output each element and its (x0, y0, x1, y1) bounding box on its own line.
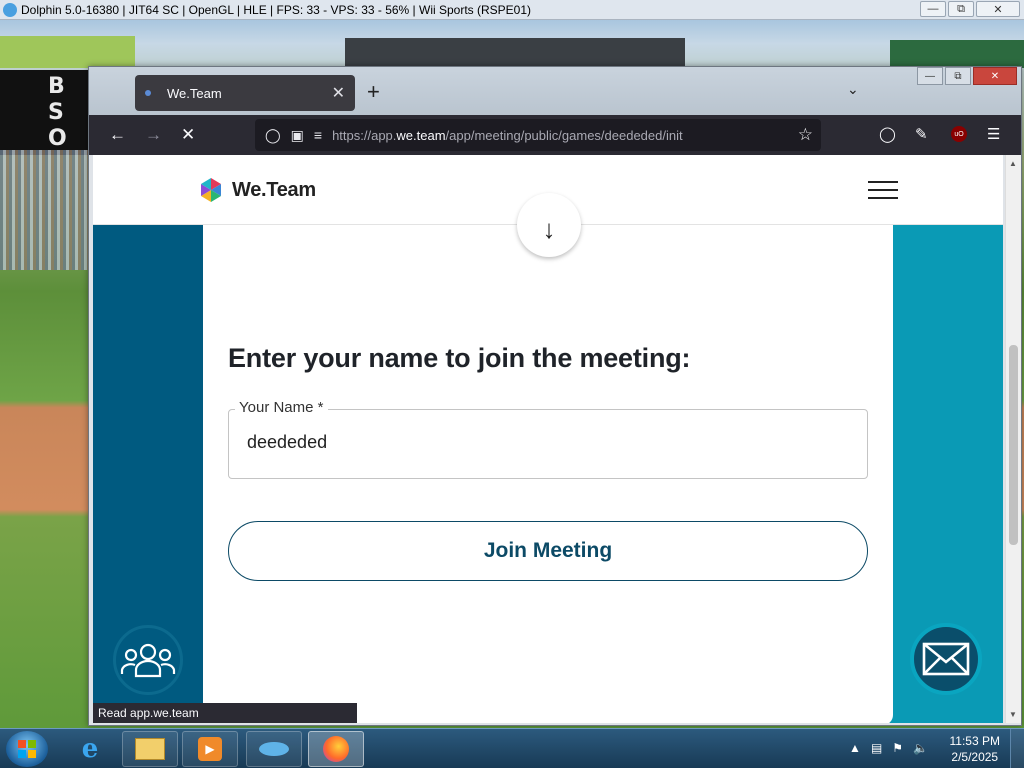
scoreboard: B S O (0, 70, 90, 155)
tab-close-icon[interactable]: ✕ (332, 83, 345, 103)
status-bar: Read app.we.team (93, 703, 357, 723)
mail-icon (922, 642, 970, 676)
scrollbar-thumb[interactable] (1009, 345, 1018, 545)
tab-title: We.Team (167, 85, 222, 101)
clock-date: 2/5/2025 (951, 750, 999, 764)
extensions-icon[interactable]: ✎ (915, 125, 928, 143)
clock-time: 11:53 PM (949, 734, 1000, 748)
message-button[interactable] (910, 623, 982, 695)
crowd-stand (0, 150, 90, 270)
restore-button[interactable]: ⧉ (948, 1, 974, 17)
page-content: We.Team ↓ Enter your name to join the me… (93, 155, 1003, 723)
permissions-icon[interactable]: ≡ (314, 127, 322, 143)
url-text[interactable]: https://app.we.team/app/meeting/public/g… (332, 128, 683, 143)
ff-restore-button[interactable]: ⧉ (945, 67, 971, 85)
dolphin-icon (3, 2, 17, 17)
shield-icon[interactable]: ◯ (265, 127, 281, 144)
scroll-up-icon[interactable]: ▲ (1009, 159, 1017, 168)
name-field[interactable]: Your Name * (228, 399, 868, 479)
file-explorer-icon[interactable] (122, 731, 178, 767)
scroll-down-arrow-icon[interactable]: ↓ (517, 193, 581, 257)
firefox-taskbar-icon[interactable] (308, 731, 364, 767)
page-scrollbar[interactable]: ▲ ▼ (1005, 155, 1021, 723)
start-button[interactable] (6, 731, 48, 767)
windows-logo-icon (18, 740, 36, 758)
volume-icon[interactable]: 🔈 (913, 741, 928, 755)
scoreboard-out: O (48, 126, 67, 151)
join-meeting-button[interactable]: Join Meeting (228, 521, 868, 581)
loading-dot-icon (145, 90, 151, 96)
ff-close-button[interactable]: ✕ (973, 67, 1017, 85)
tab-weteam[interactable]: We.Team ✕ (135, 75, 355, 111)
join-heading: Enter your name to join the meeting: (228, 343, 691, 373)
join-card: ↓ Enter your name to join the meeting: Y… (203, 193, 893, 723)
close-button[interactable]: ✕ (976, 1, 1020, 17)
nav-bar: ← → ✕ ◯ ▣ ≡ https://app.we.team/app/meet… (89, 115, 1021, 155)
people-icon (120, 643, 176, 678)
weteam-logo[interactable]: We.Team (198, 177, 316, 203)
ublock-icon[interactable]: uO (951, 126, 967, 142)
name-input[interactable] (247, 432, 847, 453)
weteam-logo-icon (201, 178, 221, 202)
pocket-icon[interactable]: ◯ (879, 125, 896, 143)
back-icon[interactable]: ← (109, 125, 126, 145)
firefox-window: We.Team ✕ + ⌄ — ⧉ ✕ ← → ✕ ◯ ▣ ≡ https://… (88, 66, 1022, 726)
new-tab-button[interactable]: + (367, 79, 380, 105)
stop-icon[interactable]: ✕ (181, 125, 195, 145)
dolphin-taskbar-icon[interactable] (246, 731, 302, 767)
scoreboard-ball: B (48, 74, 65, 99)
dolphin-titlebar[interactable]: Dolphin 5.0-16380 | JIT64 SC | OpenGL | … (0, 0, 1024, 20)
action-center-flag-icon[interactable]: ⚑ (892, 741, 903, 755)
system-tray: ▲ ▤ ⚑ 🔈 (849, 741, 928, 755)
team-button[interactable] (113, 625, 183, 695)
internet-explorer-icon[interactable]: e (62, 731, 118, 767)
bookmark-star-icon[interactable]: ☆ (798, 125, 813, 145)
tab-bar: We.Team ✕ + ⌄ — ⧉ ✕ (89, 67, 1021, 115)
taskbar: e ▶ ▲ ▤ ⚑ 🔈 11:53 PM 2/5/2025 (0, 728, 1024, 768)
scroll-down-icon[interactable]: ▼ (1009, 710, 1017, 719)
lock-icon[interactable]: ▣ (291, 127, 304, 144)
ff-minimize-button[interactable]: — (917, 67, 943, 85)
brand-name: We.Team (232, 178, 316, 201)
name-field-label: Your Name * (235, 399, 328, 416)
stadium-roof (345, 38, 685, 68)
dolphin-title: Dolphin 5.0-16380 | JIT64 SC | OpenGL | … (21, 2, 532, 17)
clock[interactable]: 11:53 PM 2/5/2025 (950, 733, 1000, 765)
show-desktop-button[interactable] (1010, 729, 1024, 768)
tray-expand-icon[interactable]: ▲ (849, 741, 861, 755)
menu-icon[interactable]: ☰ (987, 125, 1000, 143)
network-icon[interactable]: ▤ (871, 741, 882, 755)
stadium-banner (0, 36, 135, 68)
scoreboard-strike: S (48, 100, 64, 125)
url-bar[interactable]: ◯ ▣ ≡ https://app.we.team/app/meeting/pu… (255, 119, 821, 151)
stadium-sign (890, 40, 1024, 68)
list-all-tabs-button[interactable]: ⌄ (847, 81, 859, 98)
hamburger-menu-icon[interactable] (868, 181, 900, 201)
minimize-button[interactable]: — (920, 1, 946, 17)
media-player-icon[interactable]: ▶ (182, 731, 238, 767)
forward-icon[interactable]: → (145, 125, 162, 145)
